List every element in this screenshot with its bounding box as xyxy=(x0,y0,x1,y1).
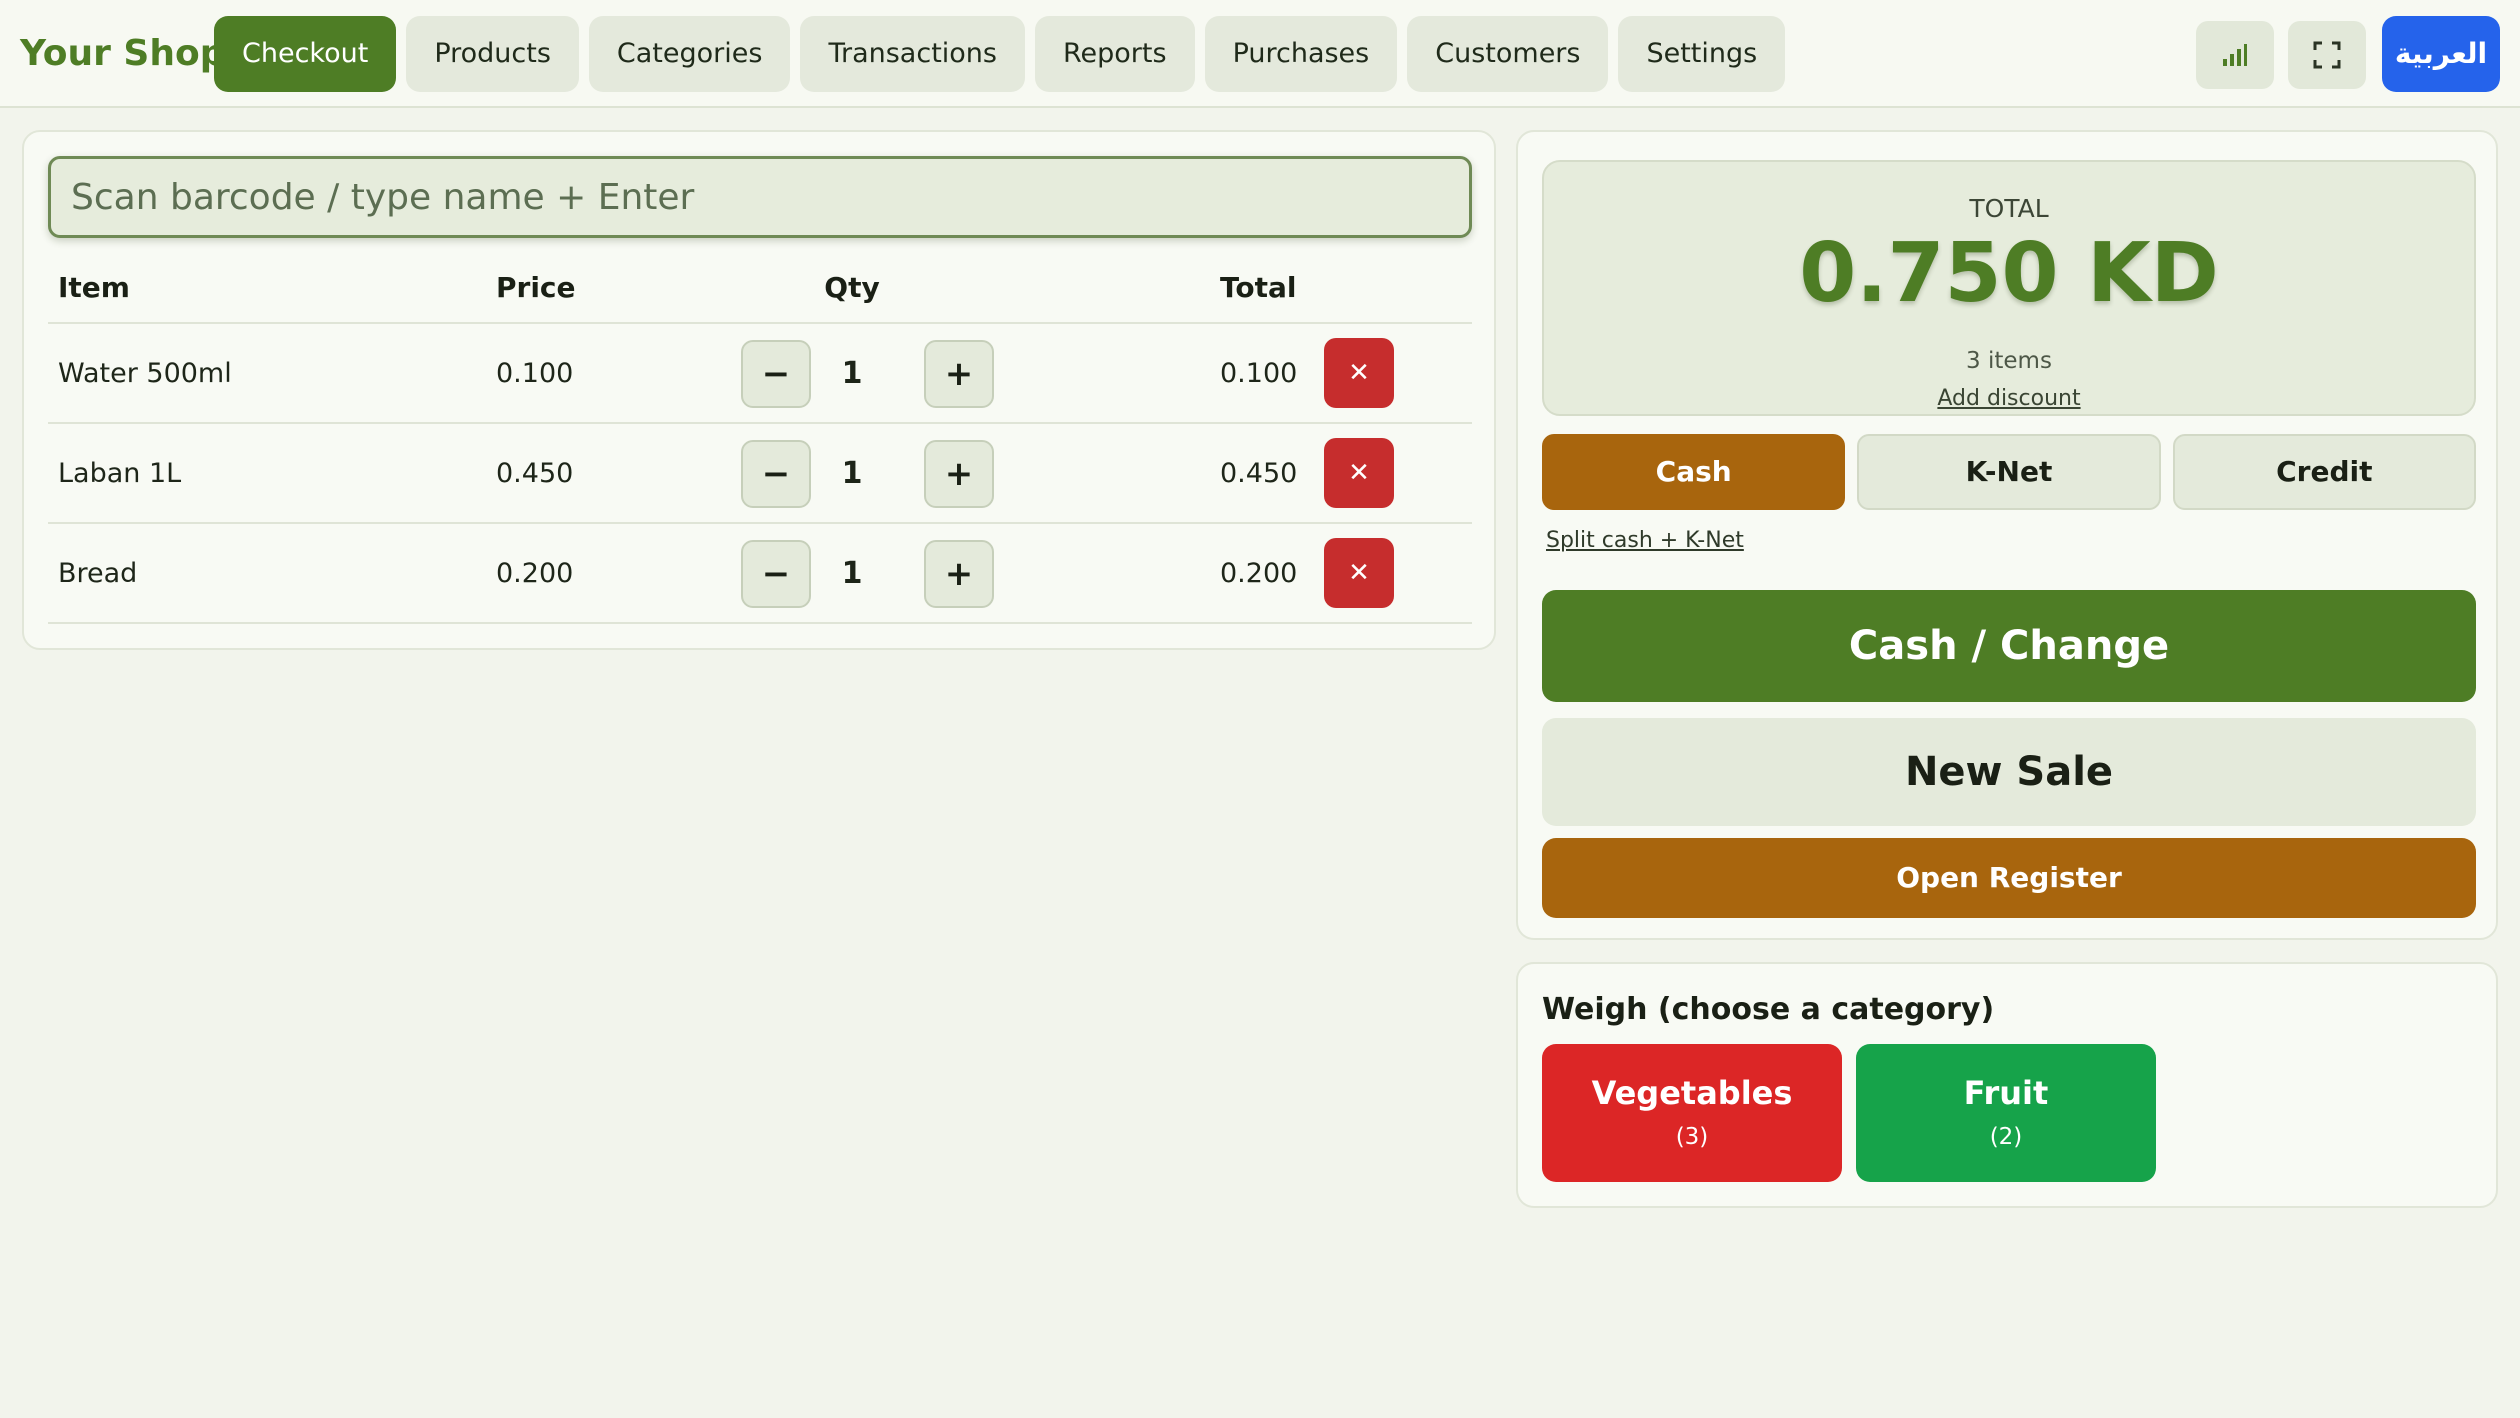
new-sale-button[interactable]: New Sale xyxy=(1542,718,2476,826)
qty-increase-button[interactable]: + xyxy=(924,540,994,608)
cart-item-name: Water 500ml xyxy=(58,358,232,389)
qty-decrease-button[interactable]: − xyxy=(741,340,811,408)
weigh-panel: Weigh (choose a category) Vegetables (3)… xyxy=(1516,962,2498,1208)
cart-item-price: 0.200 xyxy=(496,558,574,589)
category-count: (2) xyxy=(1989,1124,2023,1150)
total-label: TOTAL xyxy=(1969,194,2049,223)
cart-panel: Item Price Qty Total Water 500ml 0.100 −… xyxy=(22,130,1496,650)
qty-decrease-button[interactable]: − xyxy=(741,540,811,608)
payment-panel: TOTAL 0.750 KD 3 items Add discount Cash… xyxy=(1516,130,2498,940)
cart-item-qty: 1 xyxy=(841,556,863,591)
cart-item-price: 0.450 xyxy=(496,458,574,489)
cart-row: Laban 1L 0.450 − 1 + 0.450 ✕ xyxy=(48,424,1472,524)
cart-item-total: 0.450 xyxy=(1220,458,1298,489)
header-qty: Qty xyxy=(824,271,880,304)
open-register-button[interactable]: Open Register xyxy=(1542,838,2476,918)
tab-purchases[interactable]: Purchases xyxy=(1204,16,1398,92)
remove-item-button[interactable]: ✕ xyxy=(1324,338,1394,408)
category-name: Fruit xyxy=(1963,1074,2049,1112)
cart-item-price: 0.100 xyxy=(496,358,574,389)
tab-settings[interactable]: Settings xyxy=(1618,16,1786,92)
cart-item-name: Laban 1L xyxy=(58,458,182,489)
add-discount-link[interactable]: Add discount xyxy=(1544,386,2474,411)
category-name: Vegetables xyxy=(1591,1074,1793,1112)
total-summary: TOTAL 0.750 KD 3 items Add discount xyxy=(1542,160,2476,416)
payment-cash-button[interactable]: Cash xyxy=(1542,434,1846,510)
cart-item-qty: 1 xyxy=(841,456,863,491)
header-total: Total xyxy=(1220,271,1297,304)
item-count: 3 items xyxy=(1966,348,2052,374)
header-price: Price xyxy=(496,271,576,304)
cart-row: Water 500ml 0.100 − 1 + 0.100 ✕ xyxy=(48,324,1472,424)
main-nav: Checkout Products Categories Transaction… xyxy=(214,16,1786,92)
payment-credit-button[interactable]: Credit xyxy=(2172,434,2476,510)
split-payment-link[interactable]: Split cash + K-Net xyxy=(1546,528,1744,553)
cart-item-qty: 1 xyxy=(841,356,863,391)
cart-row: Bread 0.200 − 1 + 0.200 ✕ xyxy=(48,524,1472,624)
shop-brand: Your Shop xyxy=(20,33,226,74)
weigh-category-fruit-button[interactable]: Fruit (2) xyxy=(1856,1044,2156,1182)
cart-item-total: 0.100 xyxy=(1220,358,1298,389)
barcode-search-input[interactable] xyxy=(48,156,1472,238)
cart-table-header: Item Price Qty Total xyxy=(48,268,1472,324)
tab-reports[interactable]: Reports xyxy=(1034,16,1195,92)
payment-knet-button[interactable]: K-Net xyxy=(1857,434,2161,510)
cart-item-name: Bread xyxy=(58,558,138,589)
top-bar: Your Shop Checkout Products Categories T… xyxy=(0,0,2520,108)
weigh-title: Weigh (choose a category) xyxy=(1542,992,1995,1027)
weigh-category-vegetables-button[interactable]: Vegetables (3) xyxy=(1542,1044,1842,1182)
qty-increase-button[interactable]: + xyxy=(924,340,994,408)
cash-change-button[interactable]: Cash / Change xyxy=(1542,590,2476,702)
tab-products[interactable]: Products xyxy=(406,16,579,92)
remove-item-button[interactable]: ✕ xyxy=(1324,538,1394,608)
bar-chart-icon xyxy=(2223,44,2247,66)
payment-method-selector: Cash K-Net Credit xyxy=(1542,434,2476,510)
tab-transactions[interactable]: Transactions xyxy=(800,16,1025,92)
total-amount: 0.750 KD xyxy=(1799,226,2219,321)
cart-item-total: 0.200 xyxy=(1220,558,1298,589)
qty-increase-button[interactable]: + xyxy=(924,440,994,508)
fullscreen-icon xyxy=(2313,41,2341,69)
tab-customers[interactable]: Customers xyxy=(1407,16,1609,92)
qty-decrease-button[interactable]: − xyxy=(741,440,811,508)
tab-checkout[interactable]: Checkout xyxy=(214,16,397,92)
header-item: Item xyxy=(58,271,130,304)
fullscreen-button[interactable] xyxy=(2288,21,2366,89)
remove-item-button[interactable]: ✕ xyxy=(1324,438,1394,508)
category-count: (3) xyxy=(1675,1124,1709,1150)
tab-categories[interactable]: Categories xyxy=(588,16,791,92)
stats-button[interactable] xyxy=(2196,21,2274,89)
language-toggle-button[interactable]: العربية xyxy=(2382,16,2500,92)
